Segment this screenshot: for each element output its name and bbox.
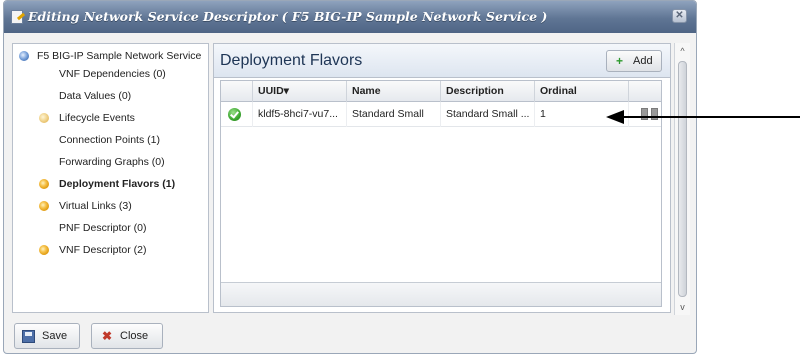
- expand-node-icon[interactable]: [39, 201, 49, 211]
- callout-arrow-line: [622, 116, 800, 118]
- scroll-up-icon[interactable]: ^: [675, 43, 690, 59]
- table-row[interactable]: kldf5-8hci7-vu7... Standard Small Standa…: [221, 102, 661, 127]
- description-cell: Standard Small ...: [441, 102, 535, 127]
- column-header-description[interactable]: Description: [441, 81, 535, 102]
- collapse-node-icon[interactable]: [19, 51, 29, 61]
- scroll-down-icon[interactable]: v: [675, 299, 690, 315]
- tree-item-label: Deployment Flavors (1): [59, 178, 176, 190]
- column-header-ordinal[interactable]: Ordinal: [535, 81, 629, 102]
- deployment-flavors-panel: Deployment Flavors + Add UUID▾ Name Desc…: [213, 43, 671, 313]
- tree-item-label: Virtual Links (3): [59, 200, 132, 212]
- dialog-titlebar[interactable]: Editing Network Service Descriptor ( F5 …: [4, 1, 696, 33]
- scroll-thumb[interactable]: [678, 61, 687, 297]
- save-disk-icon: [22, 330, 35, 343]
- tree-item-label: Forwarding Graphs (0): [59, 156, 165, 168]
- tree-item-label: VNF Dependencies (0): [59, 68, 166, 80]
- column-status: [221, 81, 253, 102]
- status-cell: [221, 102, 253, 127]
- add-button[interactable]: + Add: [606, 50, 662, 72]
- save-button[interactable]: Save: [14, 323, 80, 349]
- tree-item-label: VNF Descriptor (2): [59, 244, 147, 256]
- plus-icon: +: [616, 54, 624, 68]
- panel-header: Deployment Flavors + Add: [214, 44, 670, 78]
- row-actions-cell: [629, 102, 663, 127]
- column-header-name[interactable]: Name: [347, 81, 441, 102]
- expand-node-icon[interactable]: [39, 179, 49, 189]
- close-x-icon: ✖: [102, 329, 113, 343]
- column-header-uuid[interactable]: UUID▾: [253, 81, 347, 102]
- panel-title: Deployment Flavors: [220, 52, 363, 69]
- descriptor-tree: F5 BIG-IP Sample Network Service VNF Dep…: [12, 43, 209, 313]
- close-button-label: Close: [120, 330, 149, 342]
- expand-node-icon[interactable]: [39, 113, 49, 123]
- tree-item-label: Connection Points (1): [59, 134, 160, 146]
- column-actions: [629, 81, 663, 102]
- name-cell: Standard Small: [347, 102, 441, 127]
- delete-icon[interactable]: [651, 108, 658, 120]
- vertical-scrollbar[interactable]: ^ v: [674, 43, 690, 315]
- table-header: UUID▾ Name Description Ordinal: [221, 81, 661, 102]
- expand-node-icon[interactable]: [39, 245, 49, 255]
- tree-item-label: Data Values (0): [59, 90, 132, 102]
- close-button[interactable]: ✖ Close: [91, 323, 163, 349]
- dialog-title: Editing Network Service Descriptor ( F5 …: [28, 9, 548, 24]
- tree-item-label: Lifecycle Events: [59, 112, 135, 124]
- save-button-label: Save: [42, 330, 68, 342]
- close-icon[interactable]: ✕: [672, 9, 687, 23]
- edit-icon[interactable]: [641, 108, 648, 120]
- add-button-label: Add: [633, 55, 653, 67]
- check-circle-icon: [228, 108, 241, 121]
- flavors-table: UUID▾ Name Description Ordinal kldf5-8hc…: [220, 80, 662, 307]
- tree-item-label: PNF Descriptor (0): [59, 222, 147, 234]
- uuid-cell: kldf5-8hci7-vu7...: [253, 102, 347, 127]
- tree-item-label: F5 BIG-IP Sample Network Service: [37, 50, 202, 62]
- editing-dialog: Editing Network Service Descriptor ( F5 …: [3, 0, 697, 354]
- edit-document-icon: [11, 10, 23, 24]
- table-footer: [221, 282, 661, 306]
